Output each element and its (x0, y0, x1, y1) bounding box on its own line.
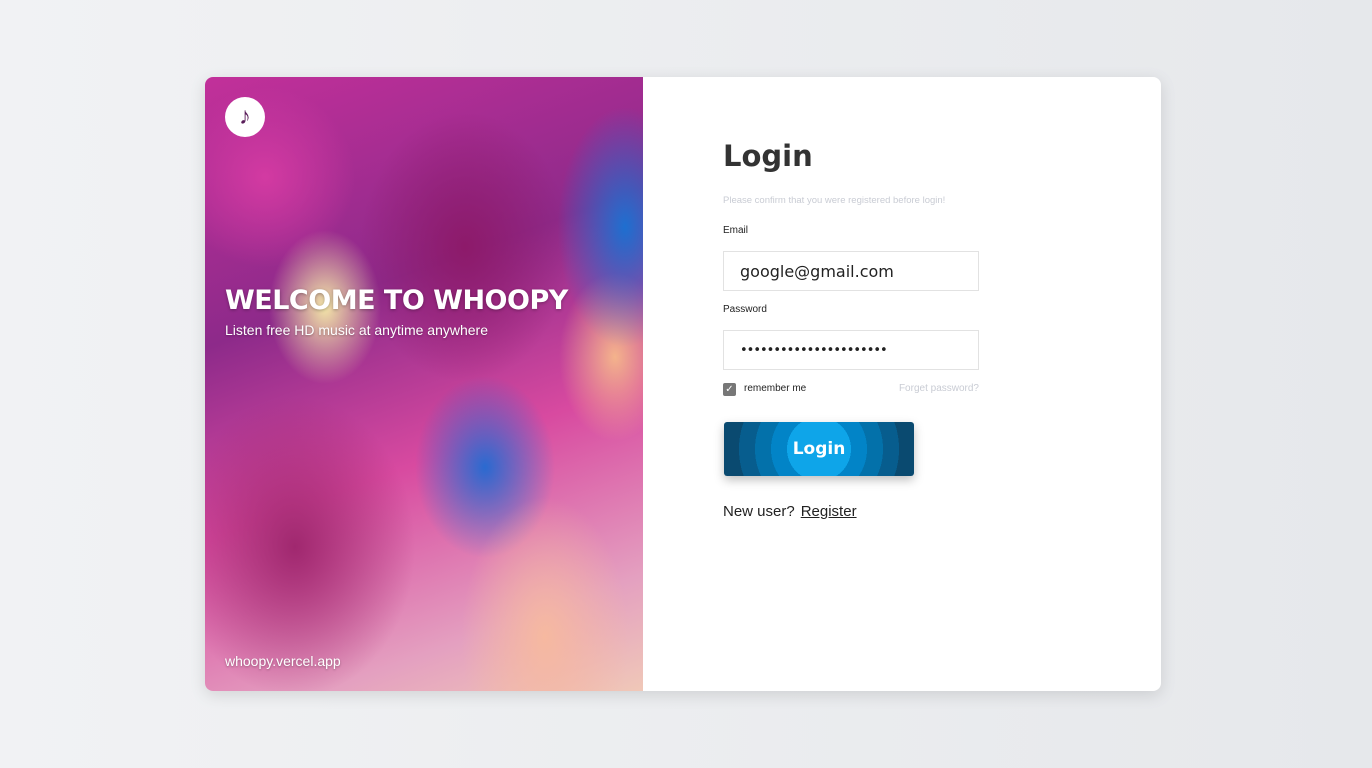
login-card: ♪ WELCOME TO WHOOPY Listen free HD music… (205, 77, 1161, 691)
site-url: whoopy.vercel.app (225, 653, 341, 669)
login-hint: Please confirm that you were registered … (723, 195, 946, 206)
email-field[interactable]: google@gmail.com (723, 251, 979, 291)
remember-me-checkbox[interactable]: ✓ (723, 383, 736, 396)
login-form: Login Please confirm that you were regis… (643, 77, 1161, 691)
register-link[interactable]: Register (801, 503, 857, 520)
new-user-row: New user? Register (723, 503, 857, 520)
welcome-title: WELCOME TO WHOOPY (225, 285, 568, 316)
music-note-icon[interactable]: ♪ (225, 97, 265, 137)
password-label: Password (723, 304, 767, 315)
email-label: Email (723, 225, 749, 236)
remember-me-label[interactable]: remember me (744, 383, 806, 394)
forgot-password-link[interactable]: Forget password? (899, 383, 979, 394)
new-user-label: New user? (723, 503, 795, 520)
password-field[interactable]: •••••••••••••••••••••• (723, 330, 979, 370)
welcome-subtitle: Listen free HD music at anytime anywhere (225, 322, 488, 338)
page-title: Login (723, 139, 813, 173)
login-button[interactable]: Login (724, 422, 914, 476)
hero-panel: ♪ WELCOME TO WHOOPY Listen free HD music… (205, 77, 643, 691)
